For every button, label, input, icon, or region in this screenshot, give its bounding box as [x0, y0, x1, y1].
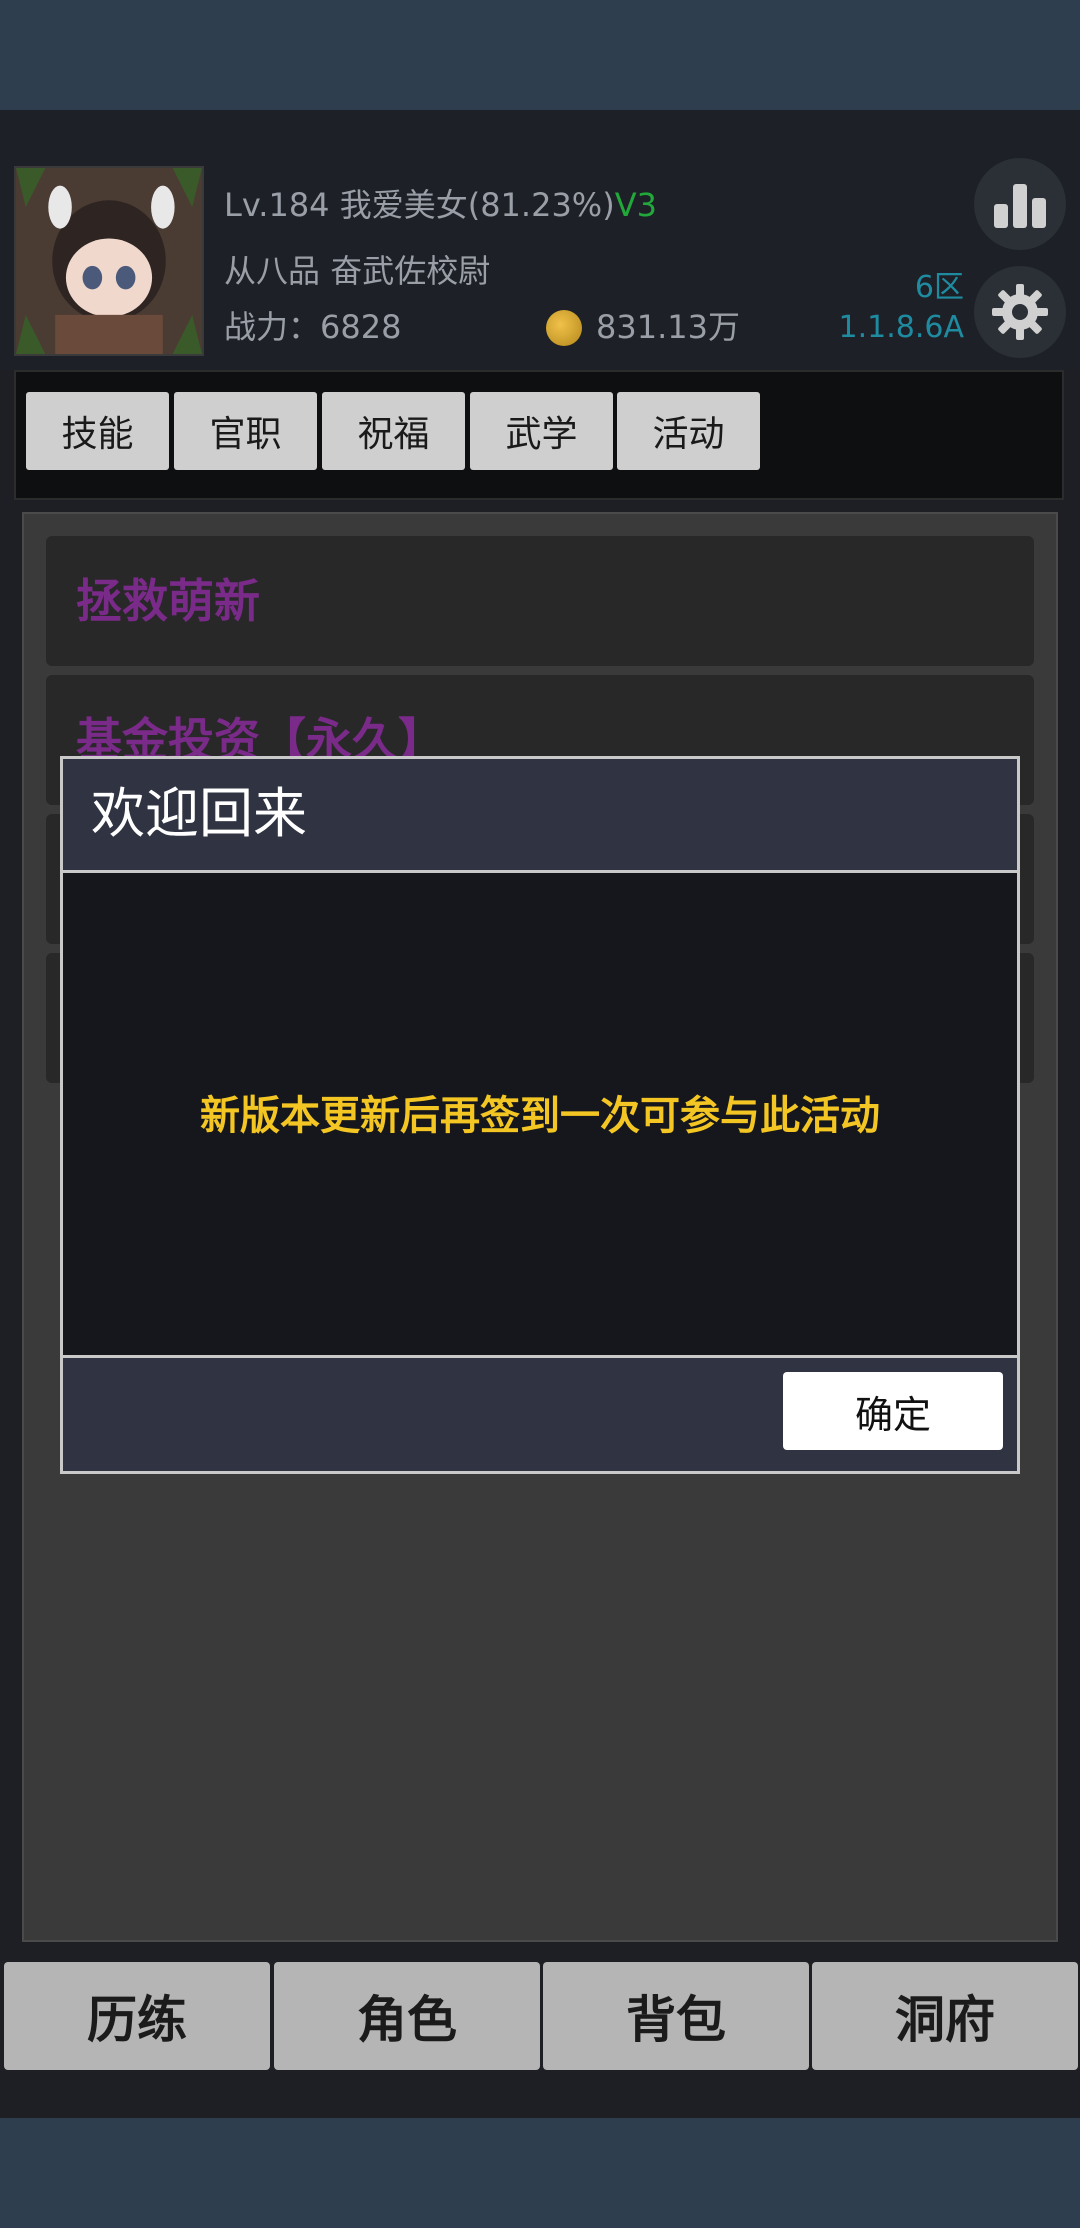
avatar-image — [16, 168, 202, 354]
stats-button[interactable] — [974, 158, 1066, 250]
dialog-body: 新版本更新后再签到一次可参与此活动 — [63, 879, 1017, 1345]
activity-item-label: 拯救萌新 — [76, 574, 260, 628]
activity-item[interactable]: 拯救萌新 — [46, 536, 1034, 666]
player-name: 我爱美女(81.23%) — [339, 186, 615, 224]
tab-blessing[interactable]: 祝福 — [322, 392, 465, 470]
level-name-line: Lv.184 我爱美女(81.23%)V3 — [224, 180, 657, 226]
bar-chart-icon — [994, 184, 1046, 228]
power-label: 战力：6828 — [224, 308, 402, 346]
nav-character[interactable]: 角色 — [274, 1962, 540, 2070]
avatar[interactable] — [14, 166, 204, 356]
gear-icon — [992, 284, 1048, 340]
tab-activities[interactable]: 活动 — [617, 392, 760, 470]
tab-office[interactable]: 官职 — [174, 392, 317, 470]
server-label: 6区 — [914, 270, 964, 305]
level-label: Lv.184 — [224, 186, 330, 224]
vip-badge: V3 — [614, 186, 657, 224]
version-label: 1.1.8.6A — [838, 310, 964, 345]
nav-training[interactable]: 历练 — [4, 1962, 270, 2070]
nav-cave-dwelling[interactable]: 洞府 — [812, 1962, 1078, 2070]
dialog-title: 欢迎回来 — [91, 782, 307, 845]
coin-icon — [546, 310, 582, 346]
dialog-footer: 确定 — [63, 1355, 1017, 1471]
rank-label: 从八品 — [224, 252, 321, 290]
gold-amount: 831.13万 — [596, 308, 740, 346]
nav-inventory[interactable]: 背包 — [543, 1962, 809, 2070]
rank-line: 从八品 奋武佐校尉 — [224, 246, 490, 292]
confirm-button[interactable]: 确定 — [783, 1372, 1003, 1450]
dialog-message: 新版本更新后再签到一次可参与此活动 — [200, 1093, 880, 1139]
system-nav-bar — [0, 2118, 1080, 2228]
welcome-dialog: 欢迎回来 新版本更新后再签到一次可参与此活动 确定 — [60, 756, 1020, 1474]
settings-button[interactable] — [974, 266, 1066, 358]
title-label: 奋武佐校尉 — [330, 252, 491, 290]
status-bar — [0, 0, 1080, 110]
tab-skills[interactable]: 技能 — [26, 392, 169, 470]
tab-martial-arts[interactable]: 武学 — [470, 392, 613, 470]
dialog-header: 欢迎回来 — [63, 759, 1017, 873]
